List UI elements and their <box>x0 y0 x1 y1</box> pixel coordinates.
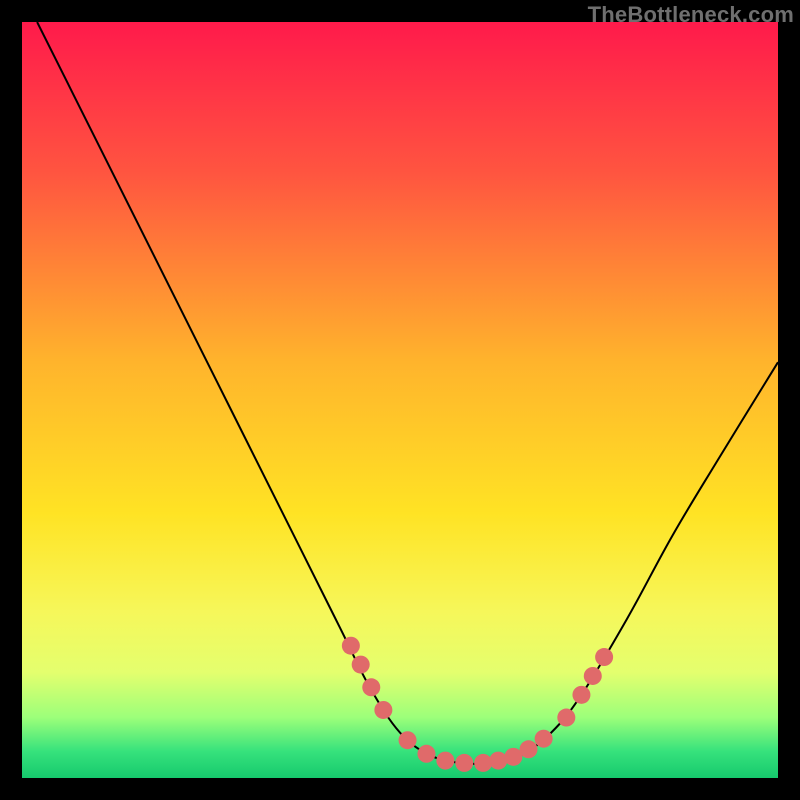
marker-dot <box>362 678 380 696</box>
watermark-text: TheBottleneck.com <box>588 2 794 28</box>
marker-dot <box>520 740 538 758</box>
marker-dot <box>584 667 602 685</box>
marker-dot <box>436 752 454 770</box>
marker-dot <box>489 752 507 770</box>
marker-dot <box>342 637 360 655</box>
marker-dot <box>557 709 575 727</box>
marker-dot <box>572 686 590 704</box>
marker-dot <box>417 745 435 763</box>
chart-frame <box>22 22 778 778</box>
marker-dot <box>595 648 613 666</box>
marker-dot <box>535 730 553 748</box>
marker-dot <box>455 754 473 772</box>
marker-dot <box>399 731 417 749</box>
chart-background <box>22 22 778 778</box>
marker-dot <box>474 754 492 772</box>
marker-dot <box>374 701 392 719</box>
marker-dot <box>352 656 370 674</box>
bottleneck-chart <box>22 22 778 778</box>
